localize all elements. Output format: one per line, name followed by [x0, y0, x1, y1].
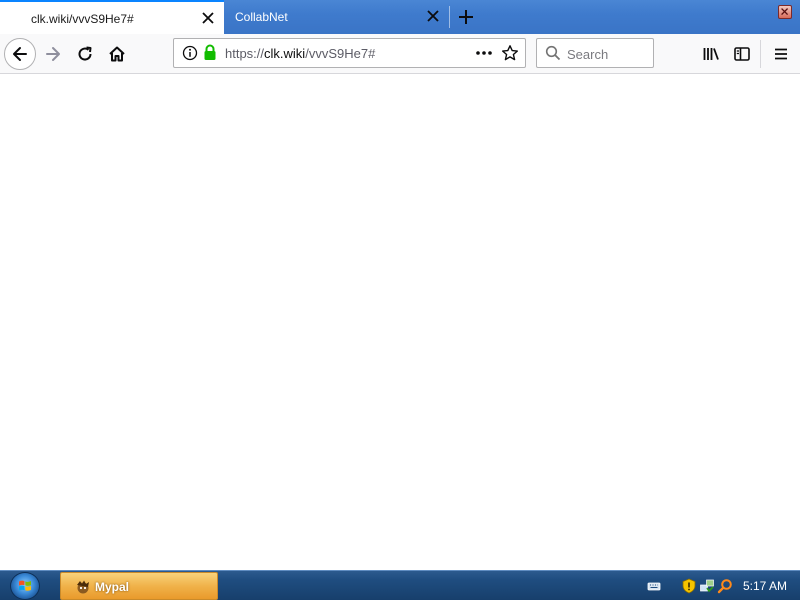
menu-button[interactable] — [766, 39, 796, 69]
url-host: clk.wiki — [264, 46, 306, 61]
forward-arrow-icon — [46, 47, 60, 61]
tab-strip: clk.wiki/vvvS9He7# CollabNet — [0, 0, 800, 34]
taskbar-item-mypal[interactable]: Mypal — [60, 572, 218, 600]
url-path: /vvvS9He7# — [305, 46, 376, 61]
toolbar-divider — [760, 40, 761, 68]
taskbar: Mypal 5:17 AM — [0, 570, 800, 600]
close-tab-icon[interactable] — [425, 8, 441, 24]
hamburger-menu-icon — [775, 48, 787, 60]
tab-clk-wiki[interactable]: clk.wiki/vvvS9He7# — [0, 0, 224, 34]
network-icon[interactable] — [699, 578, 715, 594]
shield-warning-icon[interactable] — [681, 578, 697, 594]
home-button[interactable] — [102, 39, 132, 69]
info-icon[interactable] — [182, 45, 198, 61]
more-horizontal-icon[interactable] — [474, 45, 494, 61]
reload-button[interactable] — [70, 39, 100, 69]
url-scheme: https:// — [225, 46, 265, 61]
search-bar[interactable] — [536, 38, 654, 68]
back-button[interactable] — [4, 38, 36, 70]
home-icon — [109, 46, 125, 62]
page-content[interactable] — [0, 75, 800, 570]
start-button[interactable] — [10, 572, 40, 600]
url-bar[interactable]: https://clk.wiki/vvvS9He7# — [173, 38, 526, 68]
back-arrow-icon — [13, 47, 27, 61]
tab-title: CollabNet — [235, 10, 288, 24]
taskbar-item-label: Mypal — [95, 580, 130, 594]
search-tray-icon[interactable] — [717, 578, 733, 594]
sidebar-icon — [734, 47, 750, 61]
navigation-toolbar: https://clk.wiki/vvvS9He7# — [0, 34, 800, 74]
close-tab-icon[interactable] — [200, 10, 216, 26]
sidebar-button[interactable] — [727, 39, 757, 69]
forward-button[interactable] — [38, 39, 68, 69]
search-input[interactable] — [567, 45, 649, 63]
search-icon — [545, 45, 561, 61]
lock-icon — [204, 44, 216, 60]
system-clock[interactable]: 5:17 AM — [743, 579, 787, 593]
library-button[interactable] — [696, 39, 726, 69]
new-tab-plus-icon[interactable] — [455, 6, 477, 28]
mypal-app-icon — [77, 580, 89, 594]
tab-title: clk.wiki/vvvS9He7# — [31, 12, 134, 26]
url-text[interactable]: https://clk.wiki/vvvS9He7# — [225, 46, 375, 61]
tab-separator — [449, 6, 450, 28]
tab-collabnet[interactable]: CollabNet — [225, 0, 449, 34]
close-window-icon[interactable] — [778, 5, 792, 19]
reload-icon — [78, 46, 92, 61]
star-icon[interactable] — [501, 44, 519, 62]
keyboard-icon[interactable] — [646, 578, 662, 594]
windows-logo-icon — [19, 580, 31, 591]
library-icon — [703, 48, 719, 60]
